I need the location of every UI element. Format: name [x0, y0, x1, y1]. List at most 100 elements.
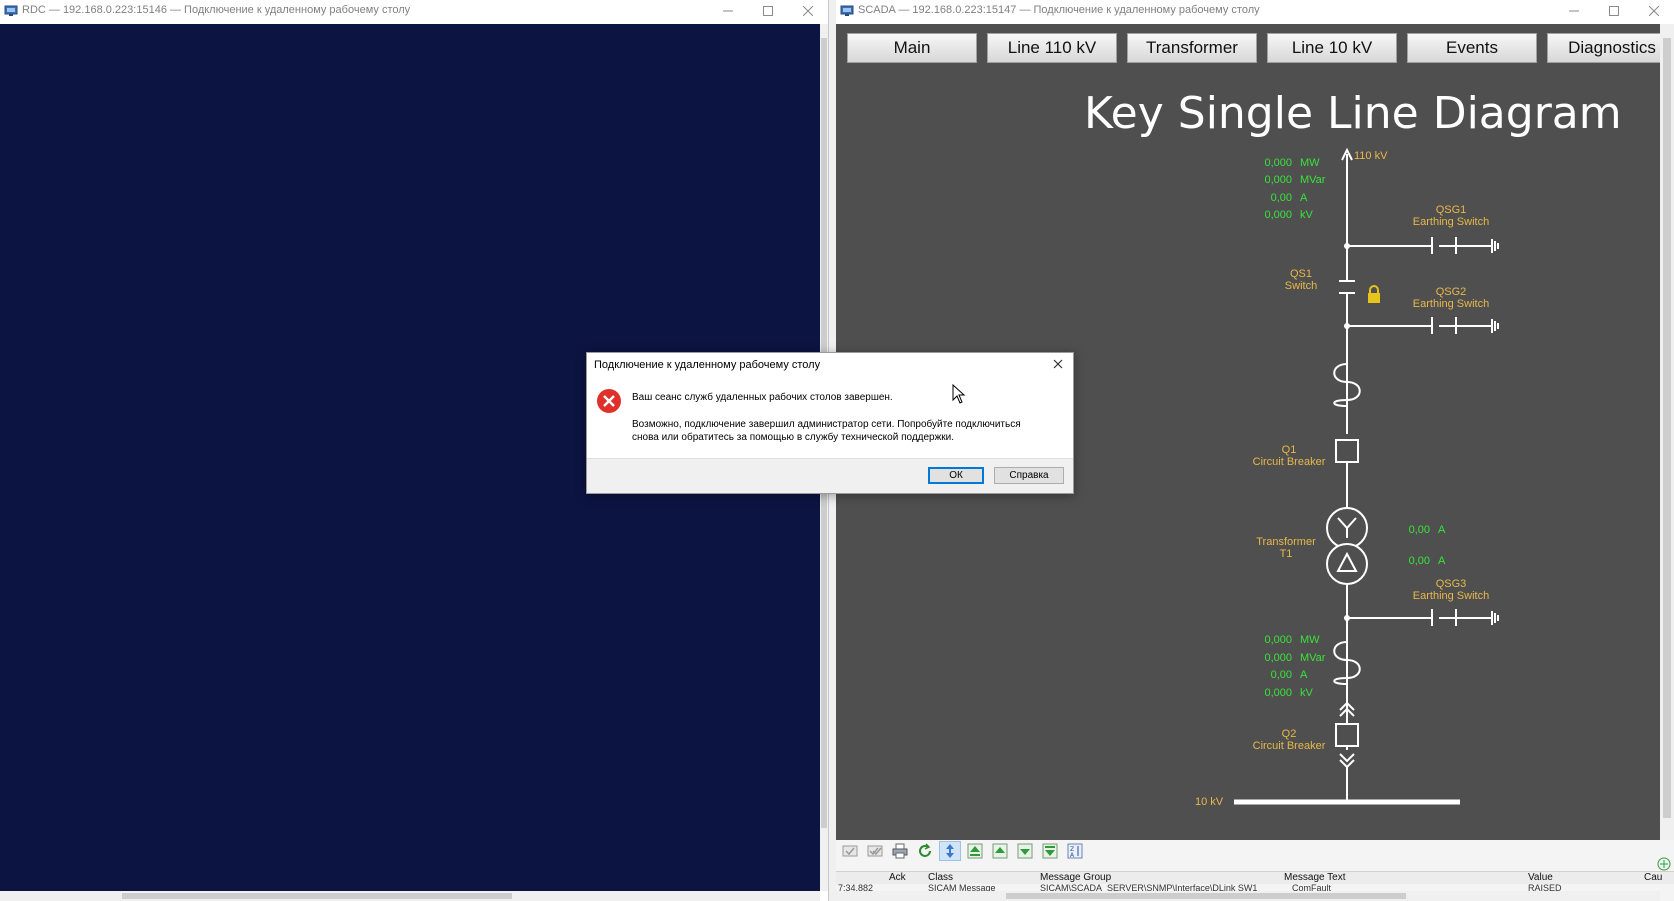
scroll-arrows-icon: [946, 844, 954, 858]
qsg1-label[interactable]: QSG1 Earthing Switch: [1396, 204, 1506, 228]
meas-value: 0,00: [1270, 669, 1292, 681]
minimize-button[interactable]: [708, 0, 748, 22]
q1-name: Q1: [1281, 444, 1297, 456]
transformer-label[interactable]: Transformer T1: [1246, 536, 1326, 560]
scroll-lock-button[interactable]: [939, 841, 961, 861]
close-icon: [1649, 6, 1659, 16]
meas-unit: A: [1300, 669, 1308, 681]
close-button[interactable]: [788, 0, 828, 22]
dialog-footer: ОК Справка: [587, 458, 1073, 493]
minimize-icon: [1569, 10, 1579, 12]
meas-unit: A: [1438, 555, 1446, 567]
qsg1-desc: Earthing Switch: [1412, 216, 1490, 228]
col-message-text[interactable]: Message Text: [1284, 872, 1346, 883]
col-class[interactable]: Class: [928, 872, 953, 883]
scrollbar-thumb[interactable]: [122, 893, 512, 899]
maximize-icon: [763, 6, 773, 16]
col-message-group[interactable]: Message Group: [1040, 872, 1111, 883]
qsg3-label[interactable]: QSG3 Earthing Switch: [1396, 578, 1506, 602]
q1-breaker-icon: [1335, 439, 1359, 463]
meas-value: 0,000: [1264, 174, 1292, 186]
close-button[interactable]: [1634, 0, 1674, 22]
col-value[interactable]: Value: [1528, 872, 1553, 883]
dialog-detail: Возможно, подключение завершил администр…: [632, 418, 1021, 444]
acknowledge-button[interactable]: [839, 841, 861, 861]
maximize-button[interactable]: [1594, 0, 1634, 22]
dialog-detail-line: Возможно, подключение завершил администр…: [632, 419, 1021, 430]
minimize-button[interactable]: [1554, 0, 1594, 22]
maximize-icon: [1609, 6, 1619, 16]
meas-unit: MVar: [1300, 174, 1326, 186]
qs1-label[interactable]: QS1 Switch: [1276, 268, 1326, 292]
meas-value: 0,00: [1270, 192, 1292, 204]
meas-top-kv: 0,000 kV: [1256, 209, 1312, 221]
q1-label[interactable]: Q1 Circuit Breaker: [1244, 444, 1334, 468]
meas-value: 0,000: [1264, 157, 1292, 169]
maximize-button[interactable]: [748, 0, 788, 22]
transformer-name: Transformer: [1256, 536, 1316, 548]
meas-unit: kV: [1300, 687, 1313, 699]
scada-titlebar[interactable]: SCADA — 192.168.0.223:15147 — Подключени…: [836, 0, 1674, 22]
meas-value: 0,000: [1264, 687, 1292, 699]
prev-page-button[interactable]: [989, 841, 1011, 861]
q2-label[interactable]: Q2 Circuit Breaker: [1244, 728, 1334, 752]
help-button[interactable]: Справка: [994, 467, 1064, 484]
horizontal-scrollbar[interactable]: [836, 891, 1660, 901]
lock-icon: [1368, 285, 1380, 303]
refresh-button[interactable]: [914, 841, 936, 861]
junction-dot: [1344, 615, 1350, 621]
qsg1-name: QSG1: [1435, 204, 1467, 216]
vertical-scrollbar[interactable]: [1660, 24, 1674, 840]
next-page-button[interactable]: [1014, 841, 1036, 861]
meas-bottom-a: 0,00 A: [1256, 669, 1308, 681]
q1-desc: Circuit Breaker: [1252, 456, 1326, 468]
page-up-icon: [992, 843, 1008, 859]
meas-top-mvar: 0,000 MVar: [1256, 174, 1325, 186]
session-ended-dialog: Подключение к удаленному рабочему столу …: [586, 352, 1074, 494]
scada-window-title: SCADA — 192.168.0.223:15147 — Подключени…: [858, 4, 1260, 16]
qsg2-label[interactable]: QSG2 Earthing Switch: [1396, 286, 1506, 310]
qs1-desc: Switch: [1284, 280, 1318, 292]
refresh-icon: [919, 843, 931, 857]
transformer-desc: T1: [1279, 548, 1293, 560]
qsg3-name: QSG3: [1435, 578, 1467, 590]
mouse-cursor-icon: [952, 384, 966, 404]
col-cause[interactable]: Cau: [1644, 872, 1662, 883]
meas-unit: MW: [1300, 157, 1320, 169]
meas-unit: A: [1300, 192, 1308, 204]
close-icon[interactable]: [1051, 357, 1065, 371]
qsg2-name: QSG2: [1435, 286, 1467, 298]
remote-desktop-icon: [4, 5, 18, 16]
first-page-button[interactable]: [964, 841, 986, 861]
q2-name: Q2: [1281, 728, 1297, 740]
rdc-window-title: RDC — 192.168.0.223:15146 — Подключение …: [22, 4, 411, 16]
qsg2-desc: Earthing Switch: [1412, 298, 1490, 310]
meas-bottom-mw: 0,000 MW: [1256, 634, 1320, 646]
meas-top-mw: 0,000 MW: [1256, 157, 1320, 169]
meas-value: 0,00: [1408, 524, 1430, 536]
meas-unit: MW: [1300, 634, 1320, 646]
horizontal-scrollbar[interactable]: [0, 891, 820, 901]
scrollbar-thumb[interactable]: [1006, 893, 1406, 899]
meas-top-a: 0,00 A: [1256, 192, 1308, 204]
qsg3-desc: Earthing Switch: [1412, 590, 1490, 602]
acknowledge-all-button[interactable]: [864, 841, 886, 861]
sort-button[interactable]: ZA: [1064, 841, 1086, 861]
network-icon[interactable]: [1656, 856, 1672, 872]
alarm-toolbar: ZA: [836, 840, 1674, 862]
rdc-titlebar[interactable]: RDC — 192.168.0.223:15146 — Подключение …: [0, 0, 828, 22]
last-page-button[interactable]: [1039, 841, 1061, 861]
page-first-icon: [967, 843, 983, 859]
error-icon: [597, 389, 621, 413]
col-ack[interactable]: Ack: [889, 872, 906, 883]
check-icon: [842, 845, 858, 857]
ok-button[interactable]: ОК: [928, 467, 984, 484]
q2-breaker-icon: [1335, 723, 1359, 747]
meas-value: 0,000: [1264, 209, 1292, 221]
q2-desc: Circuit Breaker: [1252, 740, 1326, 752]
transformer-current-hv: 0,00 A: [1394, 524, 1446, 536]
check-all-icon: [867, 845, 883, 857]
page-last-icon: [1042, 843, 1058, 859]
scrollbar-thumb[interactable]: [1663, 38, 1671, 818]
print-button[interactable]: [889, 841, 911, 861]
